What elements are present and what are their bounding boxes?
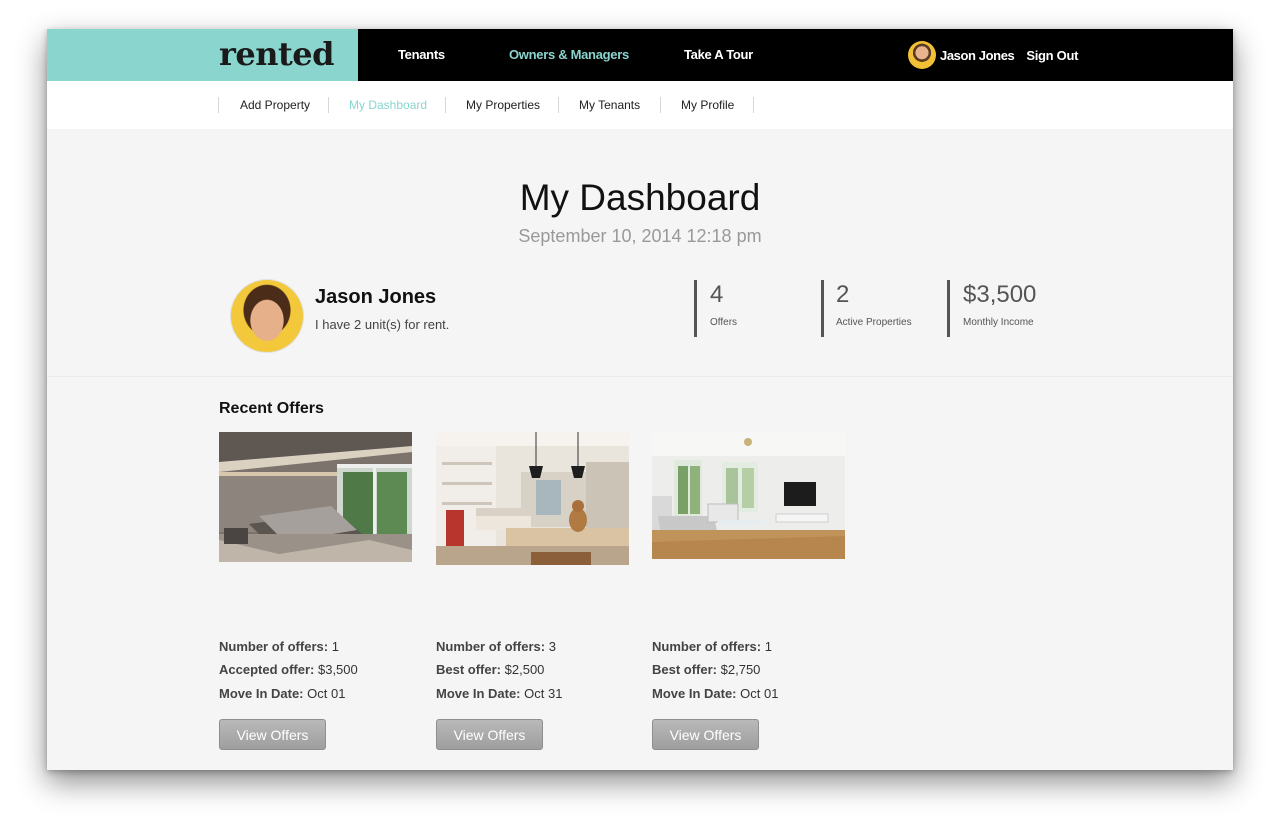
nav-take-a-tour[interactable]: Take A Tour (684, 47, 753, 62)
stat-offers-value: 4 (710, 281, 724, 308)
offer-count-line: Number of offers: 1 (219, 639, 339, 654)
bedroom-photo[interactable] (219, 432, 412, 562)
user-menu: Jason Jones Sign Out (908, 41, 1078, 69)
sub-nav-divider (445, 97, 446, 113)
top-nav-bar: rented Tenants Owners & Managers Take A … (47, 29, 1233, 81)
stat-income-label: Monthly Income (963, 317, 1034, 328)
offer-count-line: Number of offers: 3 (436, 639, 556, 654)
move-in-date-line: Move In Date: Oct 31 (436, 686, 563, 701)
page-title: My Dashboard (519, 177, 761, 218)
stat-offers-label: Offers (710, 317, 738, 328)
view-offers-button[interactable]: View Offers (436, 719, 543, 750)
offer-amount-line: Best offer: $2,750 (652, 662, 761, 677)
rented-logo[interactable]: rented (219, 35, 335, 73)
stat-divider (821, 280, 824, 337)
user-name-link[interactable]: Jason Jones (940, 48, 1015, 63)
recent-offers-title: Recent Offers (219, 400, 324, 417)
view-offers-button[interactable]: View Offers (219, 719, 326, 750)
logo-area[interactable]: rented (47, 29, 358, 81)
living-room-photo[interactable] (652, 432, 845, 559)
page-datetime: September 10, 2014 12:18 pm (518, 226, 762, 246)
sign-out-link[interactable]: Sign Out (1026, 48, 1078, 63)
subnav-my-profile[interactable]: My Profile (681, 98, 734, 112)
nav-tenants[interactable]: Tenants (398, 47, 445, 62)
subnav-add-property[interactable]: Add Property (240, 98, 310, 112)
profile-name: Jason Jones (315, 286, 437, 308)
section-divider (47, 376, 1233, 377)
sub-nav-divider (328, 97, 329, 113)
profile-avatar[interactable] (231, 280, 303, 352)
move-in-date-line: Move In Date: Oct 01 (652, 686, 779, 701)
stat-divider (694, 280, 697, 337)
offer-count-line: Number of offers: 1 (652, 639, 772, 654)
offer-amount-line: Best offer: $2,500 (436, 662, 545, 677)
move-in-date-line: Move In Date: Oct 01 (219, 686, 346, 701)
subnav-my-properties[interactable]: My Properties (466, 98, 540, 112)
sub-nav-divider (753, 97, 754, 113)
sub-nav-bar: Add Property My Dashboard My Properties … (47, 81, 1233, 129)
kitchen-living-photo[interactable] (436, 432, 629, 565)
profile-subtitle: I have 2 unit(s) for rent. (315, 317, 450, 332)
sub-nav-divider (218, 97, 219, 113)
stat-properties-label: Active Properties (836, 317, 912, 328)
nav-owners-managers[interactable]: Owners & Managers (509, 47, 629, 62)
offer-amount-line: Accepted offer: $3,500 (219, 662, 358, 677)
stat-divider (947, 280, 950, 337)
stat-income-value: $3,500 (963, 281, 1037, 308)
stat-properties-value: 2 (836, 281, 850, 308)
view-offers-button[interactable]: View Offers (652, 719, 759, 750)
subnav-my-tenants[interactable]: My Tenants (579, 98, 640, 112)
browser-window: rented Tenants Owners & Managers Take A … (47, 29, 1233, 770)
subnav-my-dashboard[interactable]: My Dashboard (349, 98, 427, 112)
sub-nav-divider (558, 97, 559, 113)
sub-nav-divider (660, 97, 661, 113)
user-avatar-small[interactable] (908, 41, 936, 69)
